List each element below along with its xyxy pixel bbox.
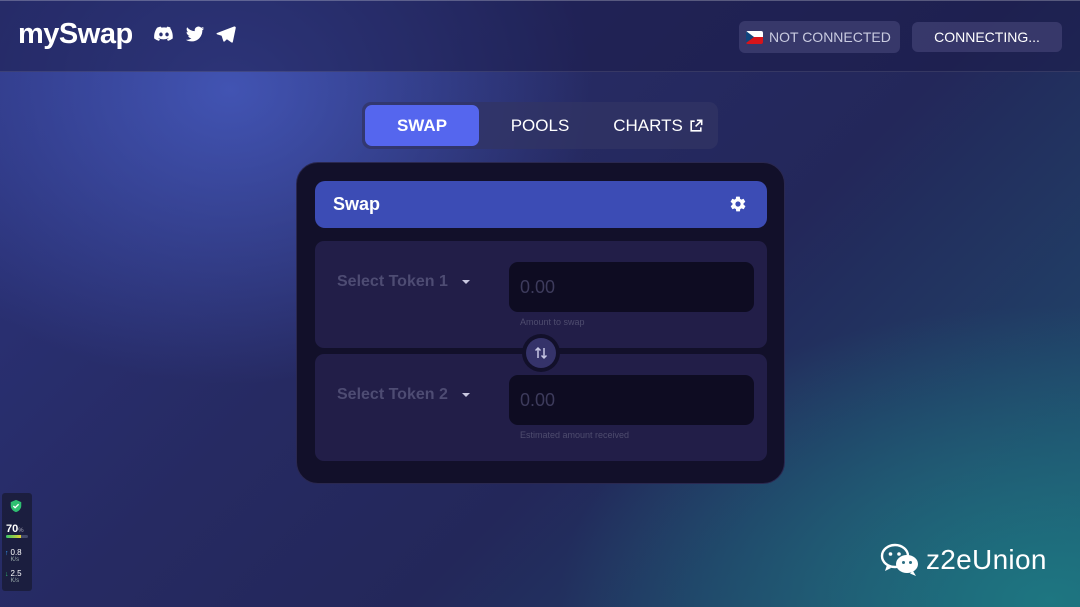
upload-rate: ↑ 0.8 K/s bbox=[5, 548, 22, 563]
chevron-down-icon bbox=[461, 280, 470, 284]
tab-charts-label: CHARTS bbox=[613, 115, 683, 135]
amount-to-swap-input[interactable] bbox=[509, 262, 754, 312]
memory-percent: 70% bbox=[6, 523, 24, 535]
wechat-icon bbox=[880, 543, 918, 576]
switch-direction-button[interactable] bbox=[522, 334, 560, 372]
top-bar: mySwap NOT CONNECTED CONNECTING... bbox=[0, 0, 1080, 72]
discord-icon[interactable] bbox=[153, 23, 175, 45]
select-token-1-dropdown[interactable]: Select Token 1 bbox=[337, 273, 470, 291]
swap-card: Swap Select Token 1 Amount to swap Selec… bbox=[296, 162, 785, 484]
network-status-label: NOT CONNECTED bbox=[769, 29, 891, 45]
download-rate: ↓ 2.5 K/s bbox=[5, 569, 22, 584]
telegram-icon[interactable] bbox=[215, 23, 237, 45]
main-tabs: SWAP POOLS CHARTS bbox=[362, 102, 718, 149]
network-flag-icon bbox=[746, 30, 763, 44]
twitter-icon[interactable] bbox=[184, 23, 206, 45]
select-token-1-label: Select Token 1 bbox=[337, 273, 448, 290]
memory-usage-bar bbox=[6, 535, 28, 538]
shield-icon bbox=[10, 499, 22, 513]
gear-icon[interactable] bbox=[729, 195, 747, 213]
select-token-2-label: Select Token 2 bbox=[337, 386, 448, 403]
app-logo[interactable]: mySwap bbox=[18, 18, 133, 51]
download-arrow-icon: ↓ bbox=[5, 571, 9, 578]
swap-from-panel: Select Token 1 Amount to swap bbox=[315, 241, 767, 348]
watermark: z2eUnion bbox=[880, 540, 1047, 580]
social-links bbox=[153, 23, 237, 45]
tab-charts[interactable]: CHARTS bbox=[602, 105, 714, 146]
swap-card-header: Swap bbox=[315, 181, 767, 228]
estimated-amount-input[interactable] bbox=[509, 375, 754, 425]
estimated-amount-hint: Estimated amount received bbox=[520, 430, 630, 440]
upload-arrow-icon: ↑ bbox=[5, 550, 9, 557]
system-monitor-widget[interactable]: 70% ↑ 0.8 K/s ↓ 2.5 K/s bbox=[2, 493, 32, 591]
select-token-2-dropdown[interactable]: Select Token 2 bbox=[337, 386, 470, 404]
tab-swap[interactable]: SWAP bbox=[365, 105, 479, 146]
swap-arrows-icon bbox=[526, 338, 556, 368]
tab-pools[interactable]: POOLS bbox=[484, 105, 596, 146]
connect-wallet-button[interactable]: CONNECTING... bbox=[912, 22, 1062, 52]
external-link-icon bbox=[690, 119, 703, 132]
network-button[interactable]: NOT CONNECTED bbox=[739, 21, 900, 53]
swap-card-title: Swap bbox=[333, 194, 381, 214]
watermark-text: z2eUnion bbox=[926, 544, 1047, 575]
amount-to-swap-hint: Amount to swap bbox=[520, 317, 585, 327]
chevron-down-icon bbox=[461, 393, 470, 397]
